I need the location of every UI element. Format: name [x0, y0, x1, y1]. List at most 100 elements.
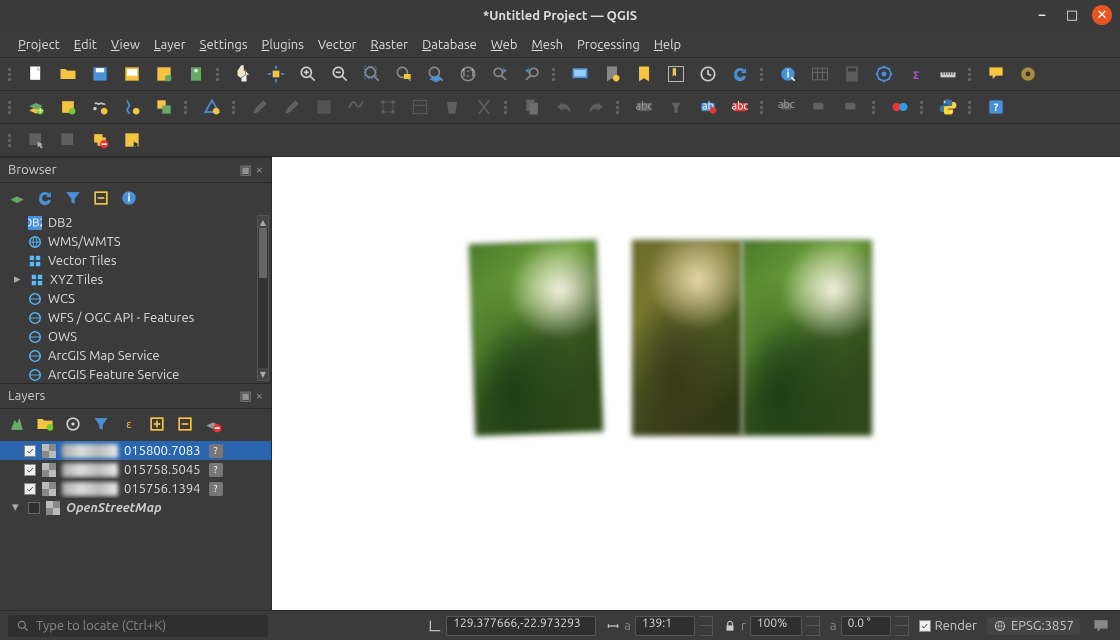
browser-item-arcgis-feature[interactable]: ArcGIS Feature Service	[0, 365, 271, 383]
select-value-icon[interactable]	[54, 126, 82, 154]
zoom-full-icon[interactable]	[358, 60, 386, 88]
add-layer-icon[interactable]	[6, 187, 28, 209]
label-highlight-icon[interactable]: ab	[694, 93, 722, 121]
browser-item-xyz-tiles[interactable]: ▸XYZ Tiles	[0, 270, 271, 289]
rotation-field[interactable]: a 0.0 °	[830, 616, 909, 636]
add-group-icon[interactable]	[34, 413, 56, 435]
zoom-in-icon[interactable]	[294, 60, 322, 88]
new-spatialite-icon[interactable]	[118, 93, 146, 121]
layers-close-icon[interactable]: ×	[256, 389, 263, 404]
properties-widget-icon[interactable]: i	[118, 187, 140, 209]
menu-database[interactable]: Database	[422, 38, 477, 52]
open-attribute-table-icon[interactable]	[806, 60, 834, 88]
statistics-icon[interactable]: Σ	[902, 60, 930, 88]
field-calculator-icon[interactable]	[838, 60, 866, 88]
show-bookmarks-icon[interactable]	[630, 60, 658, 88]
modify-attributes-icon[interactable]	[406, 93, 434, 121]
menu-layer[interactable]: Layer	[154, 38, 186, 52]
magnifier-value[interactable]: 100%	[750, 616, 802, 636]
copy-features-icon[interactable]	[518, 93, 546, 121]
new-shapefile-icon[interactable]	[86, 93, 114, 121]
menu-processing[interactable]: Processing	[577, 38, 640, 52]
layer-info-icon[interactable]: ?	[209, 444, 223, 458]
layout-manager-icon[interactable]	[150, 60, 178, 88]
label-toggle-icon[interactable]: abc	[726, 93, 754, 121]
zoom-native-icon[interactable]: 1:1	[454, 60, 482, 88]
toolbar-handle[interactable]	[232, 94, 240, 120]
pan-to-selection-icon[interactable]	[262, 60, 290, 88]
identify-icon[interactable]: i	[774, 60, 802, 88]
render-toggle[interactable]: ✓ Render	[919, 619, 977, 633]
toolbar-handle[interactable]	[760, 61, 768, 87]
toolbar-handle[interactable]	[552, 61, 560, 87]
layer-visibility-checkbox[interactable]: ✓	[24, 464, 36, 476]
scale-value[interactable]: 139:1	[635, 616, 695, 636]
new-virtual-layer-icon[interactable]	[150, 93, 178, 121]
coordinate-value[interactable]: 129.377666,-22.973293	[446, 616, 596, 636]
browser-item-vector-tiles[interactable]: Vector Tiles	[0, 251, 271, 270]
filter-legend-icon[interactable]	[90, 413, 112, 435]
toolbar-handle[interactable]	[216, 61, 224, 87]
layer-visibility-checkbox[interactable]	[28, 502, 40, 514]
browser-item-wms[interactable]: WMS/WMTS	[0, 232, 271, 251]
add-feature-icon[interactable]	[310, 93, 338, 121]
deselect-icon[interactable]	[86, 126, 114, 154]
vertex-tool-icon[interactable]	[374, 93, 402, 121]
browser-scrollbar[interactable]: ▲ ▼	[257, 215, 269, 381]
zoom-next-icon[interactable]	[518, 60, 546, 88]
close-button[interactable]: ✕	[1092, 5, 1112, 25]
delete-selected-icon[interactable]	[438, 93, 466, 121]
magnifier-field[interactable]: r 100%	[723, 616, 820, 636]
browser-item-wcs[interactable]: WCS	[0, 289, 271, 308]
toolbar-handle[interactable]	[8, 127, 16, 153]
toolbar-handle[interactable]	[504, 94, 512, 120]
pan-icon[interactable]	[230, 60, 258, 88]
help-icon[interactable]: ?	[982, 93, 1010, 121]
label-move-icon[interactable]: abc	[774, 93, 802, 121]
refresh-browser-icon[interactable]	[34, 187, 56, 209]
temporal-controller-icon[interactable]	[694, 60, 722, 88]
collapse-all-icon[interactable]	[90, 187, 112, 209]
menu-plugins[interactable]: Plugins	[262, 38, 304, 52]
browser-item-wfs[interactable]: WFS / OGC API - Features	[0, 308, 271, 327]
measure-icon[interactable]	[934, 60, 962, 88]
layer-row-2[interactable]: ✓ 015756.1394 ?	[0, 479, 271, 498]
toolbar-handle[interactable]	[616, 94, 624, 120]
python-console-icon[interactable]	[934, 93, 962, 121]
data-source-manager-icon[interactable]: +	[22, 93, 50, 121]
minimize-button[interactable]: –	[1032, 5, 1052, 25]
browser-item-arcgis-map[interactable]: ArcGIS Map Service	[0, 346, 271, 365]
menu-edit[interactable]: Edit	[74, 38, 97, 52]
zoom-last-icon[interactable]	[486, 60, 514, 88]
coordinate-field[interactable]: 129.377666,-22.973293	[428, 616, 596, 636]
toolbar-handle[interactable]	[968, 61, 976, 87]
layer-visibility-checkbox[interactable]: ✓	[24, 445, 36, 457]
label-single-icon[interactable]: abc	[630, 93, 658, 121]
undo-icon[interactable]	[550, 93, 578, 121]
zoom-layer-icon[interactable]	[422, 60, 450, 88]
browser-close-icon[interactable]: ×	[256, 163, 263, 178]
label-rotate-icon[interactable]	[806, 93, 834, 121]
toggle-editing-icon[interactable]	[246, 93, 274, 121]
menu-settings[interactable]: Settings	[200, 38, 248, 52]
select-features-icon[interactable]	[22, 126, 50, 154]
collapse-all-layers-icon[interactable]	[174, 413, 196, 435]
maptips-icon[interactable]	[982, 60, 1010, 88]
browser-item-db2[interactable]: DB2DB2	[0, 213, 271, 232]
browser-tree[interactable]: DB2DB2 WMS/WMTS Vector Tiles ▸XYZ Tiles …	[0, 213, 271, 383]
toolbar-handle[interactable]	[8, 61, 16, 87]
no-action-icon[interactable]	[1014, 60, 1042, 88]
zoom-out-icon[interactable]	[326, 60, 354, 88]
show-bookmark-manager-icon[interactable]	[662, 60, 690, 88]
toolbar-handle[interactable]	[872, 94, 880, 120]
save-edits-icon[interactable]	[278, 93, 306, 121]
toolbar-handle[interactable]	[968, 94, 976, 120]
toolbar-handle[interactable]	[8, 94, 16, 120]
filter-browser-icon[interactable]	[62, 187, 84, 209]
locator-input[interactable]: Type to locate (Ctrl+K)	[8, 615, 268, 637]
refresh-icon[interactable]	[726, 60, 754, 88]
layers-tree[interactable]: ✓ 015800.7083 ? ✓ 015758.5045 ? ✓	[0, 439, 271, 610]
maximize-button[interactable]: □	[1062, 5, 1082, 25]
menu-vector[interactable]: Vector	[318, 38, 357, 52]
scale-field[interactable]: a 139:1	[606, 616, 713, 636]
